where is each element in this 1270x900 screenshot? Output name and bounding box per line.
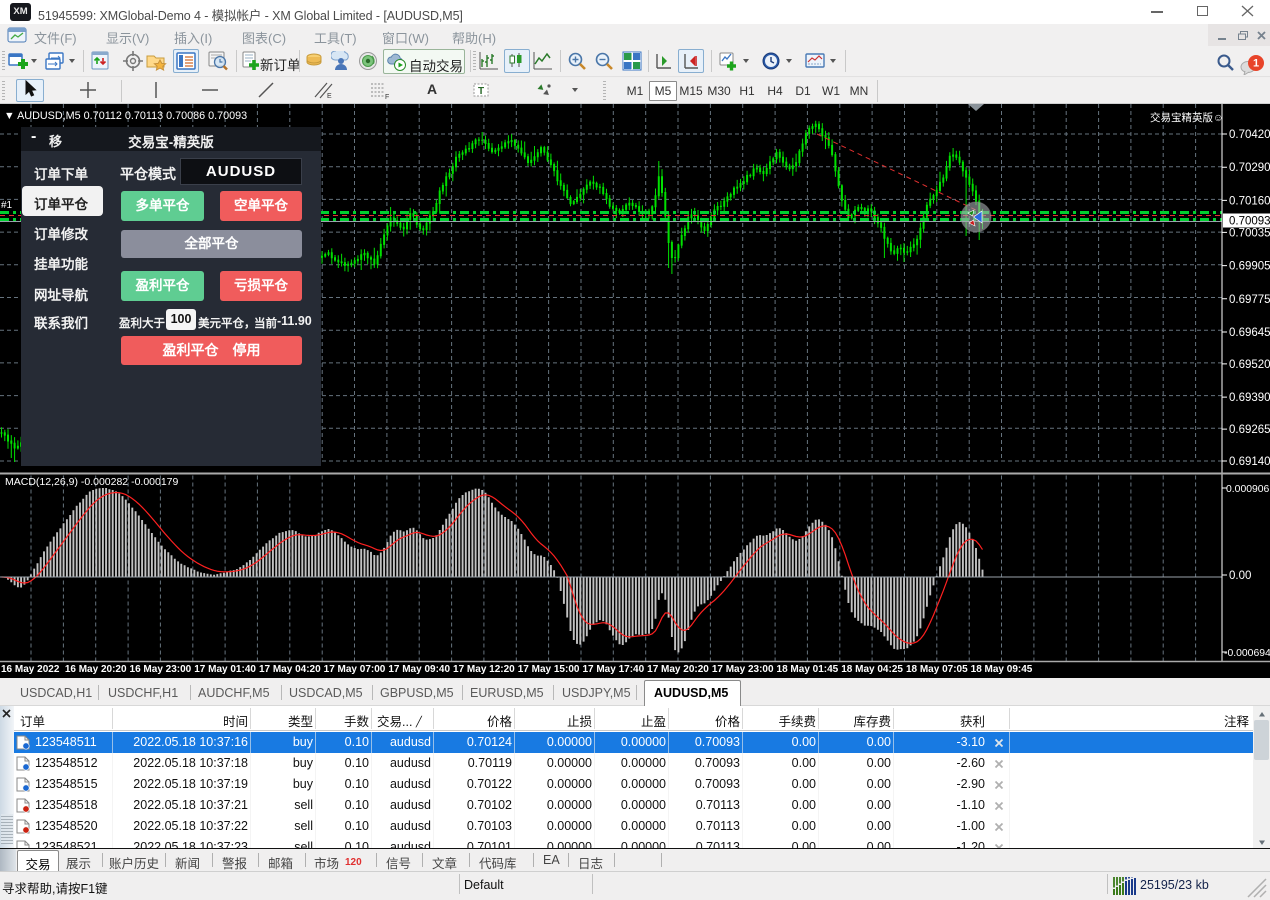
svg-text:#1: #1	[1, 200, 13, 211]
svg-text:0.70420: 0.70420	[1229, 129, 1270, 141]
svg-text:17 May 17:40: 17 May 17:40	[582, 664, 644, 675]
svg-text:17 May 20:20: 17 May 20:20	[647, 664, 709, 675]
svg-text:0.69905: 0.69905	[1229, 261, 1270, 273]
svg-text:18 May 09:45: 18 May 09:45	[971, 664, 1033, 675]
svg-text:16 May 20:20: 16 May 20:20	[65, 664, 127, 675]
svg-text:0.70093: 0.70093	[1229, 216, 1270, 228]
svg-text:17 May 07:00: 17 May 07:00	[324, 664, 386, 675]
svg-text:-0.000694: -0.000694	[1224, 648, 1270, 659]
svg-text:16 May 2022: 16 May 2022	[1, 664, 60, 675]
svg-text:0.69390: 0.69390	[1229, 392, 1270, 404]
svg-text:0.00: 0.00	[1229, 570, 1251, 582]
svg-text:0.70290: 0.70290	[1229, 162, 1270, 174]
svg-text:0.69265: 0.69265	[1229, 424, 1270, 436]
svg-text:1: 1	[1253, 58, 1259, 70]
svg-text:18 May 07:05: 18 May 07:05	[906, 664, 968, 675]
svg-text:交易宝精英版☺: 交易宝精英版☺	[1150, 111, 1224, 124]
svg-text:17 May 15:00: 17 May 15:00	[518, 664, 580, 675]
svg-text:0.69520: 0.69520	[1229, 359, 1270, 371]
svg-text:F: F	[385, 94, 389, 99]
svg-text:17 May 09:40: 17 May 09:40	[388, 664, 450, 675]
svg-text:0.70160: 0.70160	[1229, 195, 1270, 207]
svg-text:17 May 04:20: 17 May 04:20	[259, 664, 321, 675]
svg-text:18 May 04:25: 18 May 04:25	[841, 664, 903, 675]
svg-text:▼ AUDUSD,M5 0.70112 0.70113 0: ▼ AUDUSD,M5 0.70112 0.70113 0.70086 0.70…	[4, 110, 247, 122]
svg-text:0.000906: 0.000906	[1226, 484, 1270, 495]
svg-text:0.70035: 0.70035	[1229, 227, 1270, 239]
svg-text:MACD(12,26,9) -0.000282 -0.000: MACD(12,26,9) -0.000282 -0.000179	[5, 476, 179, 488]
svg-text:17 May 23:00: 17 May 23:00	[712, 664, 774, 675]
svg-text:17 May 12:20: 17 May 12:20	[453, 664, 515, 675]
svg-text:0.69645: 0.69645	[1229, 327, 1270, 339]
svg-text:16 May 23:00: 16 May 23:00	[130, 664, 192, 675]
svg-text:0.69140: 0.69140	[1229, 456, 1270, 468]
svg-text:0.69775: 0.69775	[1229, 294, 1270, 306]
svg-text:18 May 01:45: 18 May 01:45	[777, 664, 839, 675]
svg-text:17 May 01:40: 17 May 01:40	[194, 664, 256, 675]
svg-text:E: E	[327, 93, 332, 99]
svg-text:T: T	[478, 86, 484, 97]
